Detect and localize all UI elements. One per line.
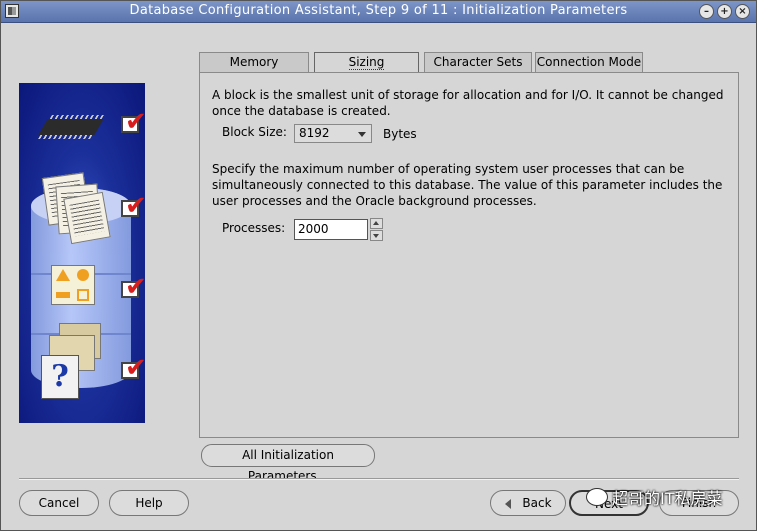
checkmark-icon: ✔ xyxy=(125,107,147,137)
tab-character-sets[interactable]: Character Sets xyxy=(424,52,532,72)
block-size-value: 8192 xyxy=(299,126,330,140)
chevron-down-icon xyxy=(358,132,366,137)
memory-chip-icon xyxy=(38,119,104,135)
block-size-description: A block is the smallest unit of storage … xyxy=(212,88,724,118)
wechat-icon xyxy=(586,488,608,506)
shapes-icon xyxy=(51,265,95,305)
watermark: 超哥的IT私房菜 xyxy=(586,486,723,512)
all-initialization-parameters-button[interactable]: All Initialization Parameters... xyxy=(201,444,375,483)
step-checkbox: ✔ xyxy=(121,274,147,300)
processes-field-box xyxy=(294,219,369,240)
block-size-dropdown[interactable]: 8192 xyxy=(294,124,372,143)
tab-sizing[interactable]: Sizing xyxy=(314,52,419,73)
back-arrow-icon xyxy=(505,499,511,509)
spin-down-icon[interactable] xyxy=(370,230,383,241)
back-button-label: Back xyxy=(522,496,552,510)
block-size-unit: Bytes xyxy=(383,127,417,141)
processes-input[interactable] xyxy=(295,220,369,237)
checkmark-icon: ✔ xyxy=(125,353,147,383)
tab-connection-mode[interactable]: Connection Mode xyxy=(535,52,643,72)
processes-label: Processes: xyxy=(222,221,286,235)
processes-spinner[interactable] xyxy=(370,218,384,241)
checkmark-icon: ✔ xyxy=(125,191,147,221)
window-title: Database Configuration Assistant, Step 9… xyxy=(129,3,628,18)
checkmark-icon: ✔ xyxy=(125,272,147,302)
back-button[interactable]: Back xyxy=(490,490,566,516)
title-bar: Database Configuration Assistant, Step 9… xyxy=(1,1,756,23)
step-checkbox: ✔ xyxy=(121,193,147,219)
help-button[interactable]: Help xyxy=(109,490,189,516)
tab-memory[interactable]: Memory xyxy=(199,52,309,72)
close-icon[interactable]: × xyxy=(735,4,750,19)
help-document-icon: ? xyxy=(41,355,79,399)
step-checkbox: ✔ xyxy=(121,109,147,135)
wizard-illustration: ? ✔ ✔ ✔ ✔ xyxy=(19,83,147,423)
step-checkbox: ✔ xyxy=(121,355,147,381)
divider xyxy=(19,478,739,480)
processes-description: Specify the maximum number of operating … xyxy=(212,162,723,208)
maximize-icon[interactable]: + xyxy=(717,4,732,19)
block-size-label: Block Size: xyxy=(222,125,287,139)
spin-up-icon[interactable] xyxy=(370,218,383,229)
minimize-icon[interactable]: – xyxy=(699,4,714,19)
cancel-button[interactable]: Cancel xyxy=(19,490,99,516)
dialog-window: Database Configuration Assistant, Step 9… xyxy=(0,0,757,531)
